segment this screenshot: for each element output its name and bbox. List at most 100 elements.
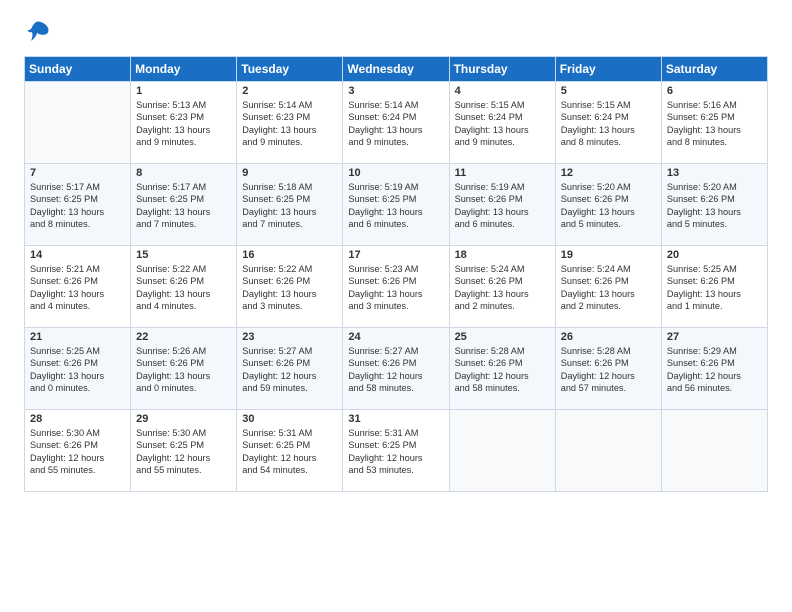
cell-line: Sunset: 6:25 PM bbox=[30, 193, 125, 205]
cell-line: Sunrise: 5:18 AM bbox=[242, 181, 337, 193]
cell-line: Sunset: 6:26 PM bbox=[30, 357, 125, 369]
cell-line: Sunset: 6:25 PM bbox=[136, 439, 231, 451]
cell-line: Sunset: 6:26 PM bbox=[561, 357, 656, 369]
cell-line: Daylight: 13 hours bbox=[455, 288, 550, 300]
cell-details: Sunrise: 5:27 AMSunset: 6:26 PMDaylight:… bbox=[348, 345, 443, 395]
calendar-cell: 26Sunrise: 5:28 AMSunset: 6:26 PMDayligh… bbox=[555, 328, 661, 410]
cell-line: Sunrise: 5:19 AM bbox=[455, 181, 550, 193]
cell-details: Sunrise: 5:22 AMSunset: 6:26 PMDaylight:… bbox=[136, 263, 231, 313]
cell-line: Daylight: 13 hours bbox=[667, 124, 762, 136]
cell-line: Daylight: 12 hours bbox=[30, 452, 125, 464]
cell-details: Sunrise: 5:30 AMSunset: 6:25 PMDaylight:… bbox=[136, 427, 231, 477]
cell-line: Daylight: 13 hours bbox=[348, 288, 443, 300]
cell-details: Sunrise: 5:19 AMSunset: 6:25 PMDaylight:… bbox=[348, 181, 443, 231]
day-number: 23 bbox=[242, 331, 337, 343]
calendar-cell: 24Sunrise: 5:27 AMSunset: 6:26 PMDayligh… bbox=[343, 328, 449, 410]
cell-line: and 0 minutes. bbox=[30, 382, 125, 394]
cell-details: Sunrise: 5:24 AMSunset: 6:26 PMDaylight:… bbox=[561, 263, 656, 313]
cell-line: and 7 minutes. bbox=[136, 218, 231, 230]
cell-line: Daylight: 12 hours bbox=[242, 370, 337, 382]
cell-line: and 57 minutes. bbox=[561, 382, 656, 394]
cell-line: Sunrise: 5:19 AM bbox=[348, 181, 443, 193]
cell-line: Sunset: 6:26 PM bbox=[30, 275, 125, 287]
cell-line: Daylight: 12 hours bbox=[455, 370, 550, 382]
cell-line: and 2 minutes. bbox=[455, 300, 550, 312]
cell-line: Sunrise: 5:27 AM bbox=[242, 345, 337, 357]
cell-details: Sunrise: 5:23 AMSunset: 6:26 PMDaylight:… bbox=[348, 263, 443, 313]
cell-details: Sunrise: 5:17 AMSunset: 6:25 PMDaylight:… bbox=[136, 181, 231, 231]
calendar-cell: 5Sunrise: 5:15 AMSunset: 6:24 PMDaylight… bbox=[555, 82, 661, 164]
day-number: 29 bbox=[136, 413, 231, 425]
cell-line: Sunrise: 5:16 AM bbox=[667, 99, 762, 111]
cell-line: Sunrise: 5:22 AM bbox=[136, 263, 231, 275]
calendar-cell: 2Sunrise: 5:14 AMSunset: 6:23 PMDaylight… bbox=[237, 82, 343, 164]
day-number: 12 bbox=[561, 167, 656, 179]
cell-details: Sunrise: 5:25 AMSunset: 6:26 PMDaylight:… bbox=[30, 345, 125, 395]
cell-line: and 6 minutes. bbox=[348, 218, 443, 230]
cell-line: Sunset: 6:26 PM bbox=[242, 357, 337, 369]
calendar-cell: 6Sunrise: 5:16 AMSunset: 6:25 PMDaylight… bbox=[661, 82, 767, 164]
calendar-cell: 23 Sunrise: 5:27 AMSunset: 6:26 PMDayligh… bbox=[237, 328, 343, 410]
calendar-cell: 30Sunrise: 5:31 AMSunset: 6:25 PMDayligh… bbox=[237, 410, 343, 492]
calendar-table: SundayMondayTuesdayWednesdayThursdayFrid… bbox=[24, 56, 768, 492]
header-cell-wednesday: Wednesday bbox=[343, 57, 449, 82]
header-cell-tuesday: Tuesday bbox=[237, 57, 343, 82]
cell-line: and 8 minutes. bbox=[667, 136, 762, 148]
header-cell-monday: Monday bbox=[131, 57, 237, 82]
day-number: 31 bbox=[348, 413, 443, 425]
cell-line: and 54 minutes. bbox=[242, 464, 337, 476]
cell-details: Sunrise: 5:20 AMSunset: 6:26 PMDaylight:… bbox=[667, 181, 762, 231]
cell-line: and 1 minute. bbox=[667, 300, 762, 312]
cell-line: Sunset: 6:26 PM bbox=[348, 357, 443, 369]
calendar-cell: 9Sunrise: 5:18 AMSunset: 6:25 PMDaylight… bbox=[237, 164, 343, 246]
cell-line: Sunrise: 5:15 AM bbox=[455, 99, 550, 111]
cell-line: and 8 minutes. bbox=[561, 136, 656, 148]
cell-details: Sunrise: 5:28 AMSunset: 6:26 PMDaylight:… bbox=[561, 345, 656, 395]
calendar-cell: 17Sunrise: 5:23 AMSunset: 6:26 PMDayligh… bbox=[343, 246, 449, 328]
calendar-cell bbox=[555, 410, 661, 492]
day-number: 13 bbox=[667, 167, 762, 179]
cell-line: Daylight: 12 hours bbox=[242, 452, 337, 464]
cell-line: Sunrise: 5:20 AM bbox=[667, 181, 762, 193]
cell-line: Daylight: 13 hours bbox=[136, 206, 231, 218]
cell-line: Sunset: 6:26 PM bbox=[348, 275, 443, 287]
cell-line: Daylight: 12 hours bbox=[136, 452, 231, 464]
cell-line: and 4 minutes. bbox=[30, 300, 125, 312]
calendar-cell: 19Sunrise: 5:24 AMSunset: 6:26 PMDayligh… bbox=[555, 246, 661, 328]
cell-details: Sunrise: 5:30 AMSunset: 6:26 PMDaylight:… bbox=[30, 427, 125, 477]
cell-line: and 56 minutes. bbox=[667, 382, 762, 394]
day-number: 30 bbox=[242, 413, 337, 425]
day-number: 9 bbox=[242, 167, 337, 179]
day-number: 4 bbox=[455, 85, 550, 97]
cell-line: and 59 minutes. bbox=[242, 382, 337, 394]
cell-line: Sunset: 6:25 PM bbox=[136, 193, 231, 205]
calendar-cell: 29 Sunrise: 5:30 AMSunset: 6:25 PMDayligh… bbox=[131, 410, 237, 492]
week-row-3: 21Sunrise: 5:25 AMSunset: 6:26 PMDayligh… bbox=[25, 328, 768, 410]
cell-line: Daylight: 13 hours bbox=[136, 370, 231, 382]
cell-details: Sunrise: 5:25 AMSunset: 6:26 PMDaylight:… bbox=[667, 263, 762, 313]
cell-line: and 3 minutes. bbox=[242, 300, 337, 312]
cell-line: Sunrise: 5:29 AM bbox=[667, 345, 762, 357]
cell-line: Sunset: 6:26 PM bbox=[136, 275, 231, 287]
day-number: 7 bbox=[30, 167, 125, 179]
cell-line: Sunset: 6:26 PM bbox=[455, 193, 550, 205]
cell-line: Sunrise: 5:15 AM bbox=[561, 99, 656, 111]
header bbox=[24, 18, 768, 46]
cell-details: Sunrise: 5:20 AMSunset: 6:26 PMDaylight:… bbox=[561, 181, 656, 231]
cell-line: and 9 minutes. bbox=[455, 136, 550, 148]
day-number: 5 bbox=[561, 85, 656, 97]
calendar-cell bbox=[449, 410, 555, 492]
cell-line: Sunset: 6:25 PM bbox=[242, 193, 337, 205]
day-number: 2 bbox=[242, 85, 337, 97]
cell-line: Sunrise: 5:25 AM bbox=[30, 345, 125, 357]
cell-line: Sunrise: 5:17 AM bbox=[30, 181, 125, 193]
cell-line: and 58 minutes. bbox=[348, 382, 443, 394]
calendar-cell: 7Sunrise: 5:17 AMSunset: 6:25 PMDaylight… bbox=[25, 164, 131, 246]
cell-line: Sunrise: 5:23 AM bbox=[348, 263, 443, 275]
cell-line: Daylight: 13 hours bbox=[348, 206, 443, 218]
cell-line: Daylight: 13 hours bbox=[30, 370, 125, 382]
cell-line: and 9 minutes. bbox=[136, 136, 231, 148]
cell-line: Daylight: 13 hours bbox=[561, 288, 656, 300]
calendar-cell: 31Sunrise: 5:31 AMSunset: 6:25 PMDayligh… bbox=[343, 410, 449, 492]
day-number: 3 bbox=[348, 85, 443, 97]
